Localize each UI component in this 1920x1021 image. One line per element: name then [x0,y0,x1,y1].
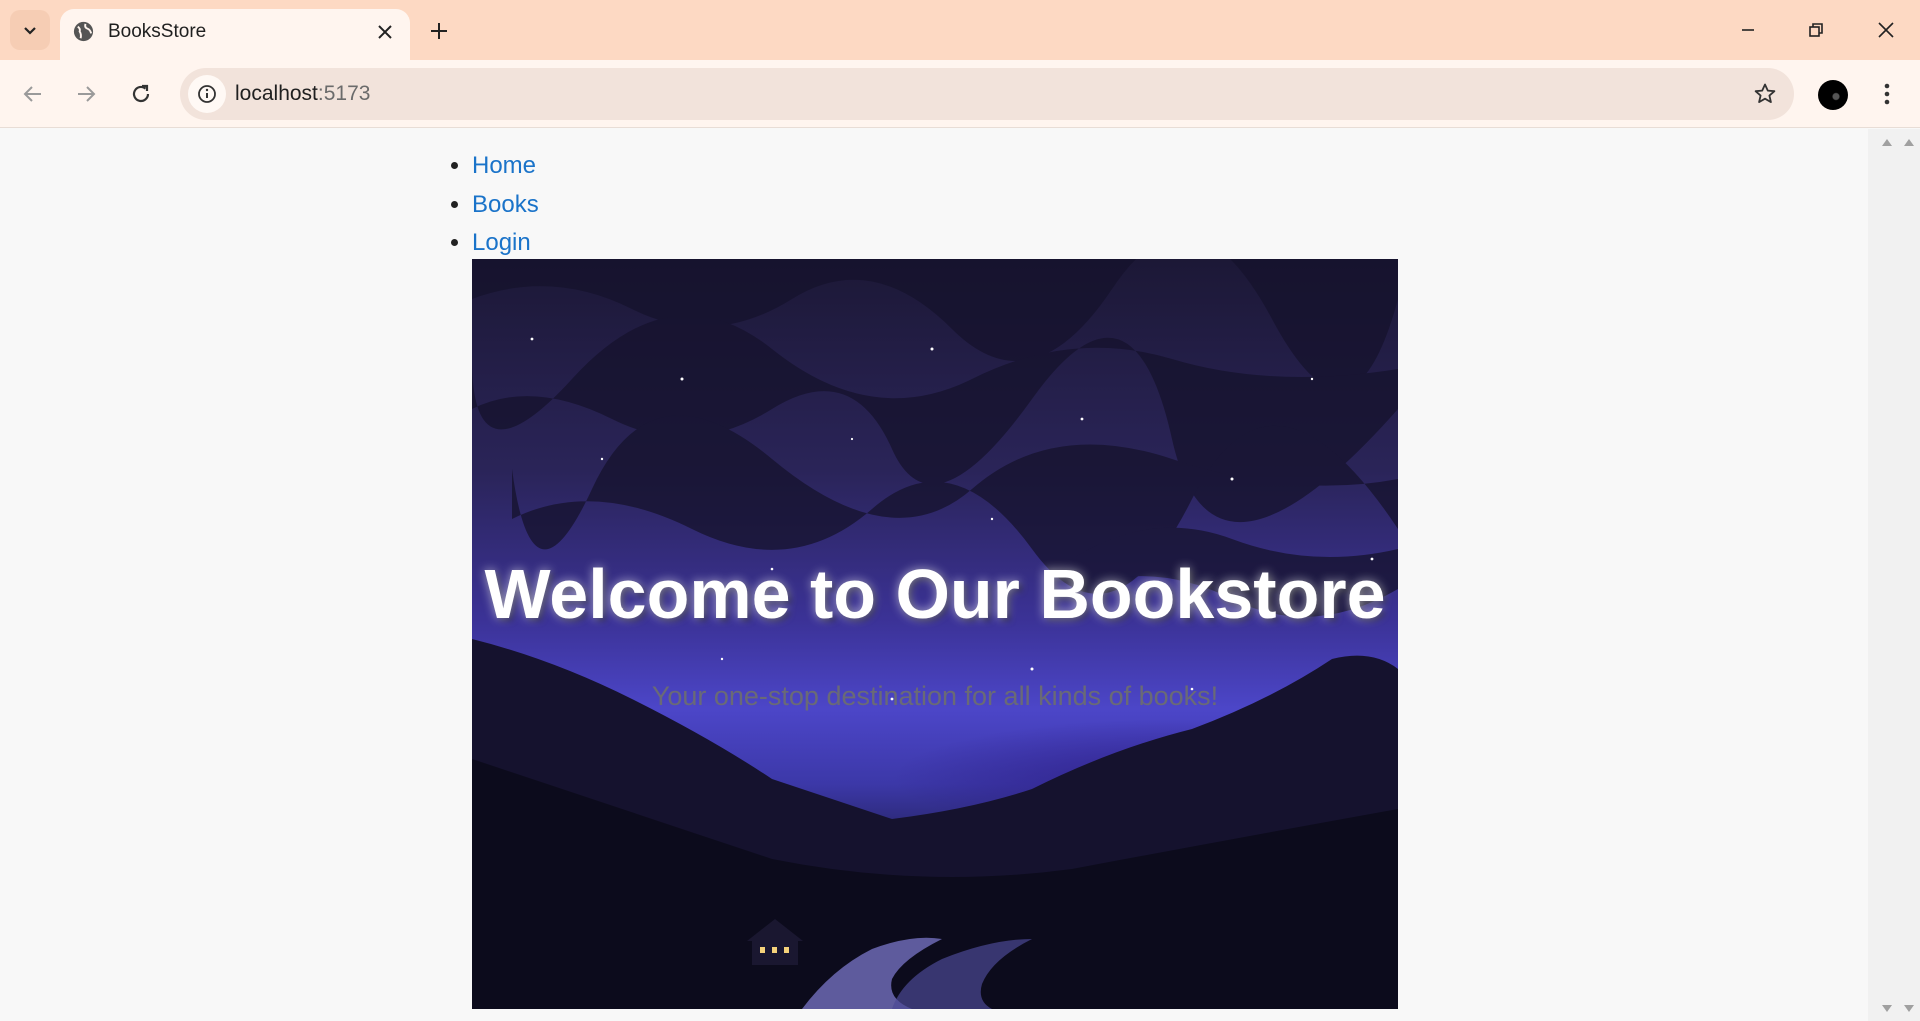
nav-item-books: Books [472,186,539,225]
url-host: localhost [235,82,318,105]
arrow-left-icon [23,86,41,102]
browser-toolbar: localhost:5173 [0,60,1920,128]
info-icon [198,85,216,103]
reload-icon [132,84,150,103]
nav-item-login: Login [472,224,539,263]
hero-title: Welcome to Our Bookstore [484,555,1386,633]
scroll-up-arrow-icon[interactable] [1882,139,1892,146]
minimize-icon [1742,29,1754,31]
browser-tab[interactable]: BooksStore [60,9,410,60]
nav-link-home[interactable]: Home [472,152,536,179]
nav-link-books[interactable]: Books [472,191,539,218]
scroll-up-arrow-icon[interactable] [1904,139,1914,146]
scroll-down-arrow-icon[interactable] [1904,1005,1914,1012]
nav-link-login[interactable]: Login [472,229,531,256]
hero-subtitle: Your one-stop destination for all kinds … [651,681,1219,711]
star-icon [1754,83,1776,103]
site-nav: Home Books Login [472,147,539,263]
page-viewport: Home Books Login [0,129,1920,1021]
more-vertical-icon [1884,83,1890,105]
plus-icon [431,23,447,39]
close-icon [1878,22,1894,38]
globe-icon [73,21,94,42]
browser-menu-button[interactable] [1872,76,1902,112]
tab-strip: BooksStore [0,0,1920,60]
address-bar[interactable]: localhost:5173 [180,68,1794,120]
new-tab-button[interactable] [424,16,454,46]
back-button[interactable] [12,73,54,115]
minimize-button[interactable] [1730,12,1766,48]
restore-button[interactable] [1798,12,1834,48]
url-text: localhost:5173 [235,81,370,107]
forward-button[interactable] [65,73,107,115]
site-info-button[interactable] [188,75,226,113]
hero-banner: Welcome to Our Bookstore Your one-stop d… [472,259,1398,1009]
tab-close-button[interactable] [372,19,398,45]
restore-icon [1809,23,1823,37]
scroll-down-arrow-icon[interactable] [1882,1005,1892,1012]
arrow-right-icon [78,86,96,102]
vertical-scrollbar[interactable] [1868,129,1920,1021]
nav-item-home: Home [472,147,539,186]
tab-search-button[interactable] [10,10,50,50]
profile-avatar[interactable] [1818,80,1848,110]
close-icon [378,25,392,39]
url-port: :5173 [317,82,371,105]
close-window-button[interactable] [1868,12,1904,48]
reload-button[interactable] [120,73,162,115]
tab-title: BooksStore [108,21,207,42]
bookmark-button[interactable] [1750,79,1780,109]
chevron-down-icon [24,27,36,35]
